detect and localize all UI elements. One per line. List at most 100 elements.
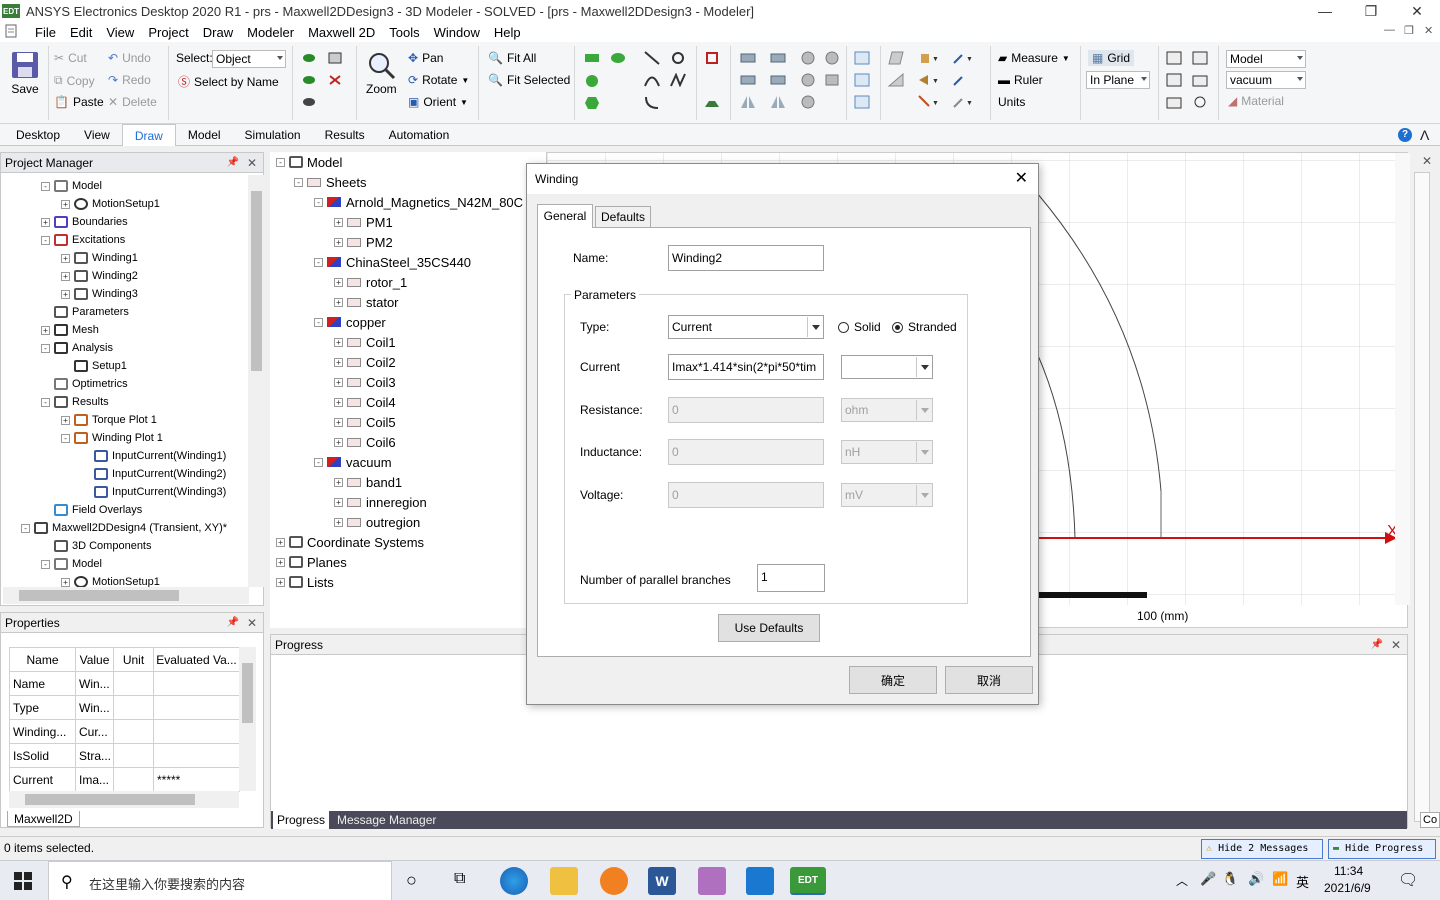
table-cell[interactable]: *****: [154, 768, 240, 792]
undo-button[interactable]: ↶ Undo: [108, 51, 151, 65]
expand-icon[interactable]: +: [61, 577, 70, 587]
name-input[interactable]: Winding2: [668, 245, 824, 271]
dialog-close-icon[interactable]: ✕: [1015, 164, 1028, 194]
voltage-input[interactable]: 0: [668, 482, 824, 508]
snap-face-icon[interactable]: [1192, 73, 1208, 87]
cortana-icon[interactable]: ○: [406, 870, 417, 891]
expand-icon[interactable]: +: [334, 437, 343, 447]
separate-icon[interactable]: [824, 73, 840, 87]
coordinate-system-icon[interactable]: ▼: [918, 51, 940, 65]
ruler-button[interactable]: ▬ Ruler: [998, 73, 1043, 87]
file-explorer-icon[interactable]: [550, 867, 578, 895]
tree-item[interactable]: + Mesh: [41, 321, 99, 339]
tree-item[interactable]: + Winding3: [61, 285, 138, 303]
tree-item[interactable]: InputCurrent(Winding3): [81, 483, 226, 501]
table-cell[interactable]: Ima...: [76, 768, 114, 792]
properties-vscroll[interactable]: [239, 647, 256, 791]
expand-icon[interactable]: +: [276, 577, 285, 587]
expand-icon[interactable]: +: [334, 357, 343, 367]
inductance-unit-select[interactable]: nH: [841, 440, 933, 464]
close-dock-icon[interactable]: ✕: [1422, 154, 1432, 168]
menu-tools[interactable]: Tools: [382, 25, 426, 40]
clock-date[interactable]: 2021/6/9: [1324, 881, 1371, 895]
copy-button[interactable]: ⧉ Copy: [54, 73, 95, 88]
table-cell[interactable]: [114, 696, 154, 720]
set-working-cs-icon[interactable]: [952, 73, 974, 87]
collapse-icon[interactable]: -: [41, 181, 50, 191]
tree-item[interactable]: - Excitations: [41, 231, 125, 249]
expand-icon[interactable]: +: [334, 417, 343, 427]
tree-item[interactable]: - Model: [41, 177, 102, 195]
model-tree-item[interactable]: + Coil4: [334, 392, 396, 412]
tab-maxwell2d[interactable]: Maxwell2D: [7, 811, 80, 827]
table-cell[interactable]: Type: [10, 696, 76, 720]
resistance-unit-select[interactable]: ohm: [841, 398, 933, 422]
subtract-icon[interactable]: [740, 73, 756, 87]
windows-start-icon[interactable]: [14, 872, 32, 890]
tree-item[interactable]: Field Overlays: [41, 501, 142, 519]
sweep-icon[interactable]: [800, 51, 816, 65]
tab-defaults[interactable]: Defaults: [595, 206, 651, 228]
expand-icon[interactable]: +: [276, 537, 285, 547]
table-cell[interactable]: IsSolid: [10, 744, 76, 768]
mdi-restore-icon[interactable]: ❐: [1404, 24, 1414, 37]
mirror-icon[interactable]: [740, 95, 756, 109]
table-cell[interactable]: Winding...: [10, 720, 76, 744]
tree-item[interactable]: Optimetrics: [41, 375, 128, 393]
collapse-icon[interactable]: -: [314, 457, 323, 467]
column-header[interactable]: Value: [76, 648, 114, 672]
draw-polygon-icon[interactable]: [584, 96, 600, 110]
menu-draw[interactable]: Draw: [196, 25, 240, 40]
hide-selection-icon[interactable]: [328, 74, 342, 86]
model-tree-item[interactable]: + Lists: [276, 572, 334, 592]
tree-item[interactable]: InputCurrent(Winding2): [81, 465, 226, 483]
uncover-icon[interactable]: [800, 95, 816, 109]
properties-hscroll[interactable]: [9, 791, 239, 808]
model-combo[interactable]: Model: [1226, 50, 1306, 68]
word-icon[interactable]: W: [648, 867, 676, 895]
expand-icon[interactable]: +: [334, 517, 343, 527]
align-icon[interactable]: [854, 95, 870, 109]
taskbar-search[interactable]: ⚲ 在这里输入你要搜索的内容: [48, 861, 392, 900]
table-cell[interactable]: Current: [10, 768, 76, 792]
draw-ellipse-icon[interactable]: [610, 52, 626, 64]
sheet-face-icon[interactable]: [888, 51, 904, 65]
orient-button[interactable]: ▣ Orient ▼: [408, 95, 468, 109]
model-tree-item[interactable]: + band1: [334, 472, 402, 492]
task-view-icon[interactable]: ⧉: [454, 870, 465, 888]
tree-item[interactable]: - Model: [41, 555, 102, 573]
expand-icon[interactable]: +: [61, 289, 70, 299]
fit-all-button[interactable]: 🔍 Fit All: [488, 51, 536, 65]
model-tree-item[interactable]: - Model: [276, 152, 342, 172]
ok-button[interactable]: 确定: [849, 666, 937, 694]
collapse-icon[interactable]: -: [294, 177, 303, 187]
tree-item[interactable]: + Winding2: [61, 267, 138, 285]
model-tree-item[interactable]: + Coil5: [334, 412, 396, 432]
cs-options-icon[interactable]: ▼: [952, 95, 974, 109]
close-panel-icon[interactable]: ✕: [247, 613, 257, 633]
close-panel-icon[interactable]: ✕: [247, 153, 257, 173]
collapse-icon[interactable]: -: [314, 257, 323, 267]
hide-messages-button[interactable]: ⚠ Hide 2 Messages: [1201, 839, 1323, 859]
intersect-icon[interactable]: [770, 51, 786, 65]
rotate-object-icon[interactable]: [854, 73, 870, 87]
tree-item[interactable]: Parameters: [41, 303, 129, 321]
close-panel-icon[interactable]: ✕: [1391, 635, 1401, 655]
table-cell[interactable]: Win...: [76, 696, 114, 720]
notification-icon[interactable]: 🗨: [1398, 870, 1418, 890]
sheet-edge-icon[interactable]: [888, 73, 904, 87]
thicken-icon[interactable]: [824, 51, 840, 65]
help-icon[interactable]: ?: [1398, 128, 1412, 142]
draw-equation-curve-icon[interactable]: [670, 73, 686, 87]
view-options-icon[interactable]: [328, 52, 342, 64]
search-app-icon[interactable]: [600, 867, 628, 895]
model-tree-item[interactable]: + Coil3: [334, 372, 396, 392]
menu-maxwell2d[interactable]: Maxwell 2D: [301, 25, 382, 40]
collapse-icon[interactable]: -: [41, 235, 50, 245]
material-combo[interactable]: vacuum: [1226, 71, 1306, 89]
grid-button[interactable]: ▦ Grid: [1088, 50, 1135, 66]
mdi-minimize-icon[interactable]: —: [1384, 24, 1395, 36]
tree-item[interactable]: - Winding Plot 1: [61, 429, 163, 447]
tree-item[interactable]: + Winding1: [61, 249, 138, 267]
wifi-icon[interactable]: 📶: [1272, 871, 1288, 887]
